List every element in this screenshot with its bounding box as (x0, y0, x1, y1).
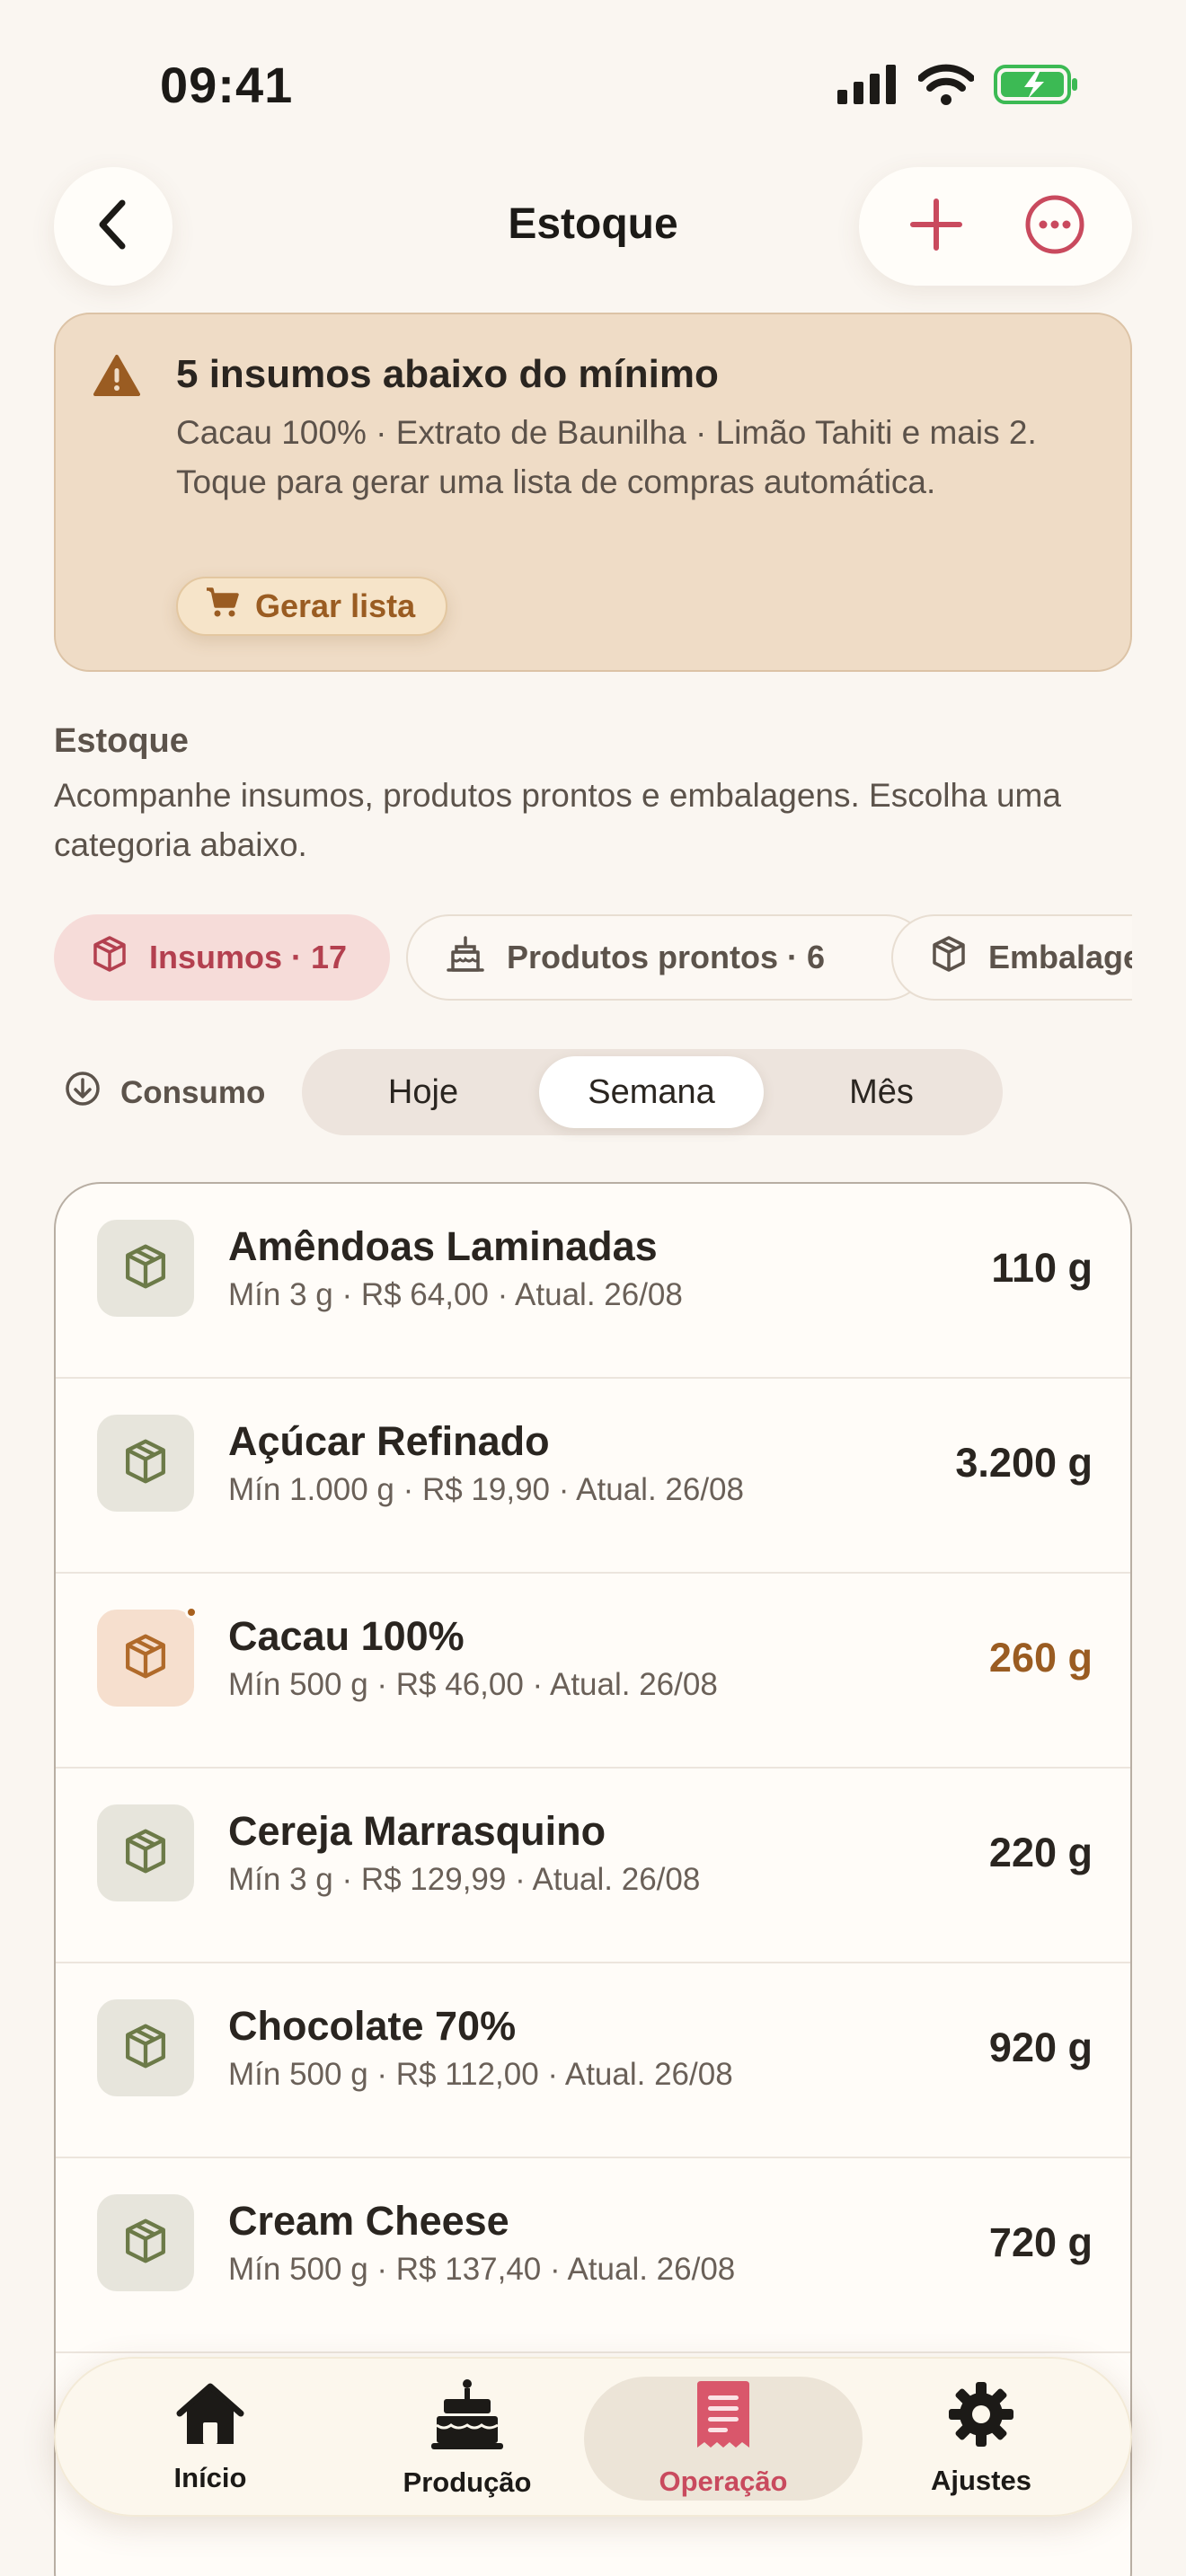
item-meta: Mín 3 g · R$ 129,99 · Atual. 26/08 (228, 1862, 701, 1897)
item-name: Cream Cheese (228, 2198, 509, 2244)
item-thumbnail (97, 1999, 194, 2096)
more-button[interactable] (1010, 181, 1100, 271)
consumo-label: Consumo (120, 1074, 266, 1110)
list-item[interactable]: Chocolate 70% Mín 500 g · R$ 112,00 · At… (56, 1963, 1130, 2158)
low-stock-dot (185, 1606, 198, 1619)
list-item[interactable]: Cereja Marrasquino Mín 3 g · R$ 129,99 ·… (56, 1769, 1130, 1963)
item-quantity: 720 g (988, 2219, 1093, 2265)
item-meta: Mín 3 g · R$ 64,00 · Atual. 26/08 (228, 1277, 683, 1312)
tab-label: Ajustes (931, 2465, 1031, 2496)
box-icon (123, 1828, 168, 1879)
status-icons (837, 63, 1080, 110)
alert-title: 5 insumos abaixo do mínimo (176, 352, 719, 396)
more-options-icon (1024, 194, 1085, 260)
box-icon (931, 935, 967, 981)
cake-icon (429, 2378, 505, 2457)
box-icon (123, 1243, 168, 1294)
box-icon (123, 2218, 168, 2269)
item-name: Cacau 100% (228, 1613, 465, 1659)
cellular-signal-icon (837, 65, 898, 109)
battery-charging-icon (994, 63, 1080, 110)
item-name: Amêndoas Laminadas (228, 1223, 658, 1269)
item-thumbnail (97, 1220, 194, 1317)
box-icon (123, 1633, 168, 1684)
item-thumbnail (97, 1606, 198, 1707)
period-segmented-control: Hoje Semana Mês (302, 1049, 1003, 1135)
box-icon (123, 1438, 168, 1489)
segment-hoje[interactable]: Hoje (311, 1056, 535, 1128)
alert-body: Cacau 100% · Extrato de Baunilha · Limão… (176, 414, 1037, 500)
nav-actions (859, 167, 1132, 286)
generate-list-button[interactable]: Gerar lista (176, 577, 447, 636)
wifi-icon (917, 64, 975, 110)
tab-inicio[interactable]: Início (102, 2377, 318, 2501)
item-name: Chocolate 70% (228, 2003, 517, 2049)
house-icon (176, 2383, 244, 2453)
chip-label: Embalagens (988, 939, 1132, 975)
cart-icon (205, 587, 241, 627)
warning-icon (93, 354, 140, 401)
chip-embalagens[interactable]: Embalagens (891, 914, 1132, 1001)
item-quantity: 920 g (988, 2025, 1093, 2070)
section-title: Estoque (54, 722, 189, 760)
add-button[interactable] (891, 181, 981, 271)
chip-insumos[interactable]: Insumos · 17 (54, 914, 390, 1001)
tab-operacao[interactable]: Operação (584, 2377, 863, 2501)
item-thumbnail (97, 1804, 194, 1901)
bottom-tab-bar: Início Produção Operação Ajustes (54, 2357, 1132, 2517)
tab-label: Início (173, 2462, 247, 2493)
list-item[interactable]: Cacau 100% Mín 500 g · R$ 46,00 · Atual.… (56, 1574, 1130, 1769)
item-meta: Mín 1.000 g · R$ 19,90 · Atual. 26/08 (228, 1472, 744, 1507)
segment-mes[interactable]: Mês (769, 1056, 994, 1128)
status-time: 09:41 (160, 57, 294, 113)
segment-semana[interactable]: Semana (539, 1056, 764, 1128)
low-stock-alert[interactable]: 5 insumos abaixo do mínimo Cacau 100% · … (54, 313, 1132, 672)
list-item[interactable]: Açúcar Refinado Mín 1.000 g · R$ 19,90 ·… (56, 1379, 1130, 1574)
consumo-label-group: Consumo (65, 1071, 265, 1115)
item-name: Açúcar Refinado (228, 1418, 550, 1464)
gear-icon (947, 2380, 1015, 2456)
item-meta: Mín 500 g · R$ 46,00 · Atual. 26/08 (228, 1667, 718, 1702)
tab-ajustes[interactable]: Ajustes (873, 2377, 1089, 2501)
chip-produtos-prontos[interactable]: Produtos prontos · 6 (406, 914, 929, 1001)
receipt-icon (695, 2379, 751, 2457)
list-item[interactable]: Amêndoas Laminadas Mín 3 g · R$ 64,00 · … (56, 1184, 1130, 1379)
box-icon (123, 2023, 168, 2074)
plus-icon (909, 198, 963, 256)
chip-label: Insumos · 17 (149, 939, 348, 975)
category-chips: Insumos · 17 Produtos prontos · 6 Embala… (54, 914, 1132, 1001)
tab-label: Operação (659, 2466, 788, 2497)
section-description: Acompanhe insumos, produtos prontos e em… (54, 777, 1061, 863)
item-quantity: 220 g (988, 1830, 1093, 1875)
download-circle-icon (65, 1071, 101, 1115)
status-bar: 09:41 (0, 0, 1186, 171)
item-quantity: 110 g (991, 1245, 1093, 1291)
item-meta: Mín 500 g · R$ 112,00 · Atual. 26/08 (228, 2057, 733, 2092)
cake-icon (446, 934, 485, 982)
box-icon (92, 935, 128, 981)
item-quantity: 3.200 g (955, 1440, 1093, 1486)
list-item[interactable]: Cream Cheese Mín 500 g · R$ 137,40 · Atu… (56, 2158, 1130, 2353)
item-meta: Mín 500 g · R$ 137,40 · Atual. 26/08 (228, 2252, 736, 2287)
tab-label: Produção (403, 2466, 532, 2498)
item-thumbnail (97, 2194, 194, 2291)
generate-list-label: Gerar lista (255, 587, 416, 624)
chip-label: Produtos prontos · 6 (507, 939, 825, 975)
item-name: Cereja Marrasquino (228, 1808, 606, 1854)
tab-producao[interactable]: Produção (359, 2377, 575, 2501)
item-thumbnail (97, 1415, 194, 1512)
item-quantity: 260 g (988, 1635, 1093, 1681)
